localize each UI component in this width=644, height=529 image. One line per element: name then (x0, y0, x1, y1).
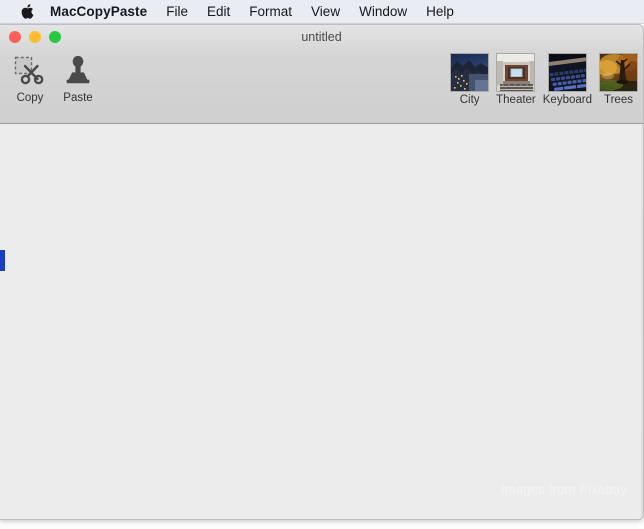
copy-button-label: Copy (16, 92, 44, 104)
window-title: untitled (301, 30, 342, 44)
keyboard-thumbnail (547, 53, 587, 92)
menu-item-view[interactable]: View (311, 4, 340, 19)
thumbnail-theater-label: Theater (496, 94, 536, 106)
screenshot-root: MacCopyPaste File Edit Format View Windo… (0, 0, 644, 529)
thumbnail-keyboard-label: Keyboard (542, 94, 592, 106)
menu-item-help[interactable]: Help (426, 4, 454, 19)
copy-scissors-icon (13, 51, 47, 91)
minimize-button[interactable] (29, 31, 41, 43)
toolbar-thumbnails: City Theater Keyboard Trees (443, 53, 638, 106)
canvas-right-edge (641, 124, 643, 519)
toolbar-actions: Copy Paste (6, 51, 102, 104)
menu-item-window[interactable]: Window (359, 4, 407, 19)
document-canvas[interactable]: Images from Pixabay (0, 124, 643, 519)
thumbnail-theater[interactable]: Theater (496, 53, 536, 106)
menu-app-name[interactable]: MacCopyPaste (50, 4, 147, 19)
window-controls (9, 31, 61, 43)
thumbnail-city[interactable]: City (450, 53, 490, 106)
menu-bar: MacCopyPaste File Edit Format View Windo… (0, 0, 644, 24)
thumbnail-trees[interactable]: Trees (599, 53, 638, 106)
paste-stamp-icon (61, 51, 95, 91)
thumbnail-trees-label: Trees (604, 94, 633, 106)
attribution-watermark: Images from Pixabay (501, 482, 627, 497)
apple-logo-icon[interactable] (20, 3, 34, 20)
zoom-button[interactable] (49, 31, 61, 43)
paste-button[interactable]: Paste (54, 51, 102, 104)
text-caret-marker (0, 250, 5, 271)
toolbar: Copy Paste City Theater Keyboard Trees (0, 49, 643, 124)
menu-item-edit[interactable]: Edit (207, 4, 230, 19)
trees-thumbnail (599, 53, 638, 92)
close-button[interactable] (9, 31, 21, 43)
city-thumbnail (450, 53, 490, 92)
thumbnail-city-label: City (459, 94, 480, 106)
theater-thumbnail (496, 53, 536, 92)
menu-item-format[interactable]: Format (249, 4, 292, 19)
menu-item-file[interactable]: File (166, 4, 188, 19)
copy-button[interactable]: Copy (6, 51, 54, 104)
thumbnail-keyboard[interactable]: Keyboard (543, 53, 592, 106)
app-window: untitled Copy Paste City Theater Keyboar… (0, 24, 644, 520)
window-titlebar[interactable]: untitled (0, 25, 643, 49)
paste-button-label: Paste (63, 92, 93, 104)
